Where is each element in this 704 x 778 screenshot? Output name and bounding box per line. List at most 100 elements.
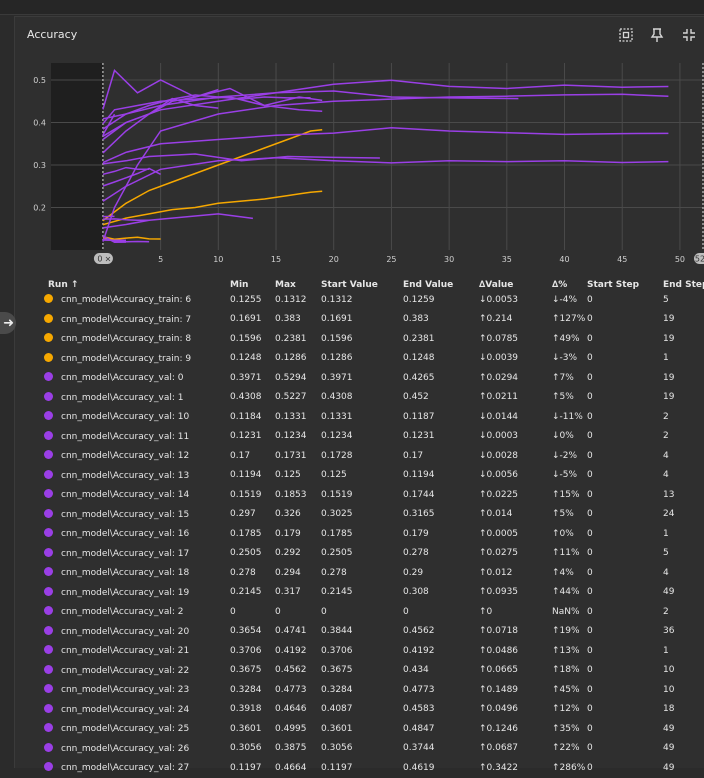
col-max[interactable]: Max xyxy=(275,277,321,290)
cell-dv: ↓0.0039 xyxy=(479,349,552,369)
table-row[interactable]: cnn_model\Accuracy_val: 140.15190.18530.… xyxy=(29,485,704,505)
table-row[interactable]: cnn_model\Accuracy_val: 260.30560.38750.… xyxy=(29,739,704,759)
cell-ss: 0 xyxy=(587,349,663,369)
table-row[interactable]: cnn_model\Accuracy_val: 00.39710.52940.3… xyxy=(29,368,704,388)
run-color-dot[interactable] xyxy=(44,294,53,303)
run-name: cnn_model\Accuracy_val: 18 xyxy=(61,568,189,578)
run-color-dot[interactable] xyxy=(44,333,53,342)
run-color-dot[interactable] xyxy=(44,528,53,537)
card-title: Accuracy xyxy=(27,28,77,41)
col-start-value[interactable]: Start Value xyxy=(321,277,403,290)
cell-end: 0.1248 xyxy=(403,349,479,369)
run-color-dot[interactable] xyxy=(44,372,53,381)
table-row[interactable]: cnn_model\Accuracy_val: 160.17850.1790.1… xyxy=(29,524,704,544)
cell-dv: ↓0.0053 xyxy=(479,290,552,310)
run-cell: cnn_model\Accuracy_val: 19 xyxy=(29,583,230,603)
cell-ss: 0 xyxy=(587,641,663,661)
run-color-dot[interactable] xyxy=(44,606,53,615)
run-color-dot[interactable] xyxy=(44,411,53,420)
table-row[interactable]: cnn_model\Accuracy_val: 150.2970.3260.30… xyxy=(29,505,704,525)
cell-start: 0.3056 xyxy=(321,739,403,759)
pin-icon[interactable] xyxy=(647,25,667,45)
table-row[interactable]: cnn_model\Accuracy_train: 80.15960.23810… xyxy=(29,329,704,349)
table-row[interactable]: cnn_model\Accuracy_val: 210.37060.41920.… xyxy=(29,641,704,661)
cell-max: 0.4995 xyxy=(275,719,321,739)
cell-start: 0.3025 xyxy=(321,505,403,525)
table-row[interactable]: cnn_model\Accuracy_val: 180.2780.2940.27… xyxy=(29,563,704,583)
cell-min: 0.2145 xyxy=(230,583,275,603)
cell-end: 0.3744 xyxy=(403,739,479,759)
table-row[interactable]: cnn_model\Accuracy_val: 110.12310.12340.… xyxy=(29,427,704,447)
table-row[interactable]: cnn_model\Accuracy_val: 240.39180.46460.… xyxy=(29,700,704,720)
run-cell: cnn_model\Accuracy_val: 12 xyxy=(29,446,230,466)
cell-start: 0.1785 xyxy=(321,524,403,544)
table-row[interactable]: cnn_model\Accuracy_train: 90.12480.12860… xyxy=(29,349,704,369)
run-color-dot[interactable] xyxy=(44,489,53,498)
cell-dv: ↑0.012 xyxy=(479,563,552,583)
run-color-dot[interactable] xyxy=(44,509,53,518)
col-start-step[interactable]: Start Step xyxy=(587,277,663,290)
cell-dv: ↑0.0718 xyxy=(479,622,552,642)
run-color-dot[interactable] xyxy=(44,723,53,732)
cell-start: 0.3844 xyxy=(321,622,403,642)
cell-dp: ↑44% xyxy=(552,583,587,603)
run-color-dot[interactable] xyxy=(44,450,53,459)
cell-start: 0.1286 xyxy=(321,349,403,369)
run-color-dot[interactable] xyxy=(44,431,53,440)
table-row[interactable]: cnn_model\Accuracy_val: 10.43080.52270.4… xyxy=(29,388,704,408)
cell-max: 0.292 xyxy=(275,544,321,564)
run-color-dot[interactable] xyxy=(44,470,53,479)
close-icon[interactable]: × xyxy=(105,255,112,264)
fit-domain-icon[interactable] xyxy=(616,25,636,45)
cell-max: 0.5294 xyxy=(275,368,321,388)
run-color-dot[interactable] xyxy=(44,353,53,362)
cell-ss: 0 xyxy=(587,739,663,759)
col-end-value[interactable]: End Value xyxy=(403,277,479,290)
run-color-dot[interactable] xyxy=(44,548,53,557)
cell-ss: 0 xyxy=(587,485,663,505)
col-run[interactable]: Run ↑ xyxy=(29,277,230,290)
cell-min: 0.1231 xyxy=(230,427,275,447)
run-cell: cnn_model\Accuracy_val: 24 xyxy=(29,700,230,720)
table-row[interactable]: cnn_model\Accuracy_val: 120.170.17310.17… xyxy=(29,446,704,466)
table-row[interactable]: cnn_model\Accuracy_train: 60.12550.13120… xyxy=(29,290,704,310)
collapse-icon[interactable] xyxy=(679,25,699,45)
table-row[interactable]: cnn_model\Accuracy_val: 100.11840.13310.… xyxy=(29,407,704,427)
cell-dp: ↑45% xyxy=(552,680,587,700)
run-color-dot[interactable] xyxy=(44,645,53,654)
run-name: cnn_model\Accuracy_val: 11 xyxy=(61,432,189,442)
run-name: cnn_model\Accuracy_val: 27 xyxy=(61,763,189,773)
col-delta-percent[interactable]: ∆% xyxy=(552,277,587,290)
table-row[interactable]: cnn_model\Accuracy_train: 70.16910.3830.… xyxy=(29,310,704,330)
col-end-step[interactable]: End Step xyxy=(663,277,704,290)
run-color-dot[interactable] xyxy=(44,665,53,674)
cell-dv: ↑0.0275 xyxy=(479,544,552,564)
run-color-dot[interactable] xyxy=(44,743,53,752)
table-row[interactable]: cnn_model\Accuracy_val: 220.36750.45620.… xyxy=(29,661,704,681)
table-row[interactable]: cnn_model\Accuracy_val: 200.36540.47410.… xyxy=(29,622,704,642)
table-row[interactable]: cnn_model\Accuracy_val: 20000↑0NaN%02 xyxy=(29,602,704,622)
run-color-dot[interactable] xyxy=(44,314,53,323)
table-row[interactable]: cnn_model\Accuracy_val: 250.36010.49950.… xyxy=(29,719,704,739)
cell-es: 13 xyxy=(663,485,704,505)
col-min[interactable]: Min xyxy=(230,277,275,290)
run-color-dot[interactable] xyxy=(44,704,53,713)
table-row[interactable]: cnn_model\Accuracy_val: 190.21450.3170.2… xyxy=(29,583,704,603)
run-color-dot[interactable] xyxy=(44,684,53,693)
table-row[interactable]: cnn_model\Accuracy_val: 130.11940.1250.1… xyxy=(29,466,704,486)
run-color-dot[interactable] xyxy=(44,587,53,596)
run-color-dot[interactable] xyxy=(44,392,53,401)
run-color-dot[interactable] xyxy=(44,567,53,576)
table-row[interactable]: cnn_model\Accuracy_val: 270.11970.46640.… xyxy=(29,758,704,778)
run-color-dot[interactable] xyxy=(44,626,53,635)
table-row[interactable]: cnn_model\Accuracy_val: 230.32840.47730.… xyxy=(29,680,704,700)
cell-end: 0.1187 xyxy=(403,407,479,427)
table-row[interactable]: cnn_model\Accuracy_val: 170.25050.2920.2… xyxy=(29,544,704,564)
range-handle-label: 52 xyxy=(695,255,704,264)
accuracy-chart[interactable]: 0.50.40.30.251015202530354045500×52× xyxy=(15,53,704,293)
cell-max: 0.1331 xyxy=(275,407,321,427)
cell-dp: ↑127% xyxy=(552,310,587,330)
col-delta-value[interactable]: ∆Value xyxy=(479,277,552,290)
cell-dv: ↓0.0003 xyxy=(479,427,552,447)
cell-min: 0.1194 xyxy=(230,466,275,486)
